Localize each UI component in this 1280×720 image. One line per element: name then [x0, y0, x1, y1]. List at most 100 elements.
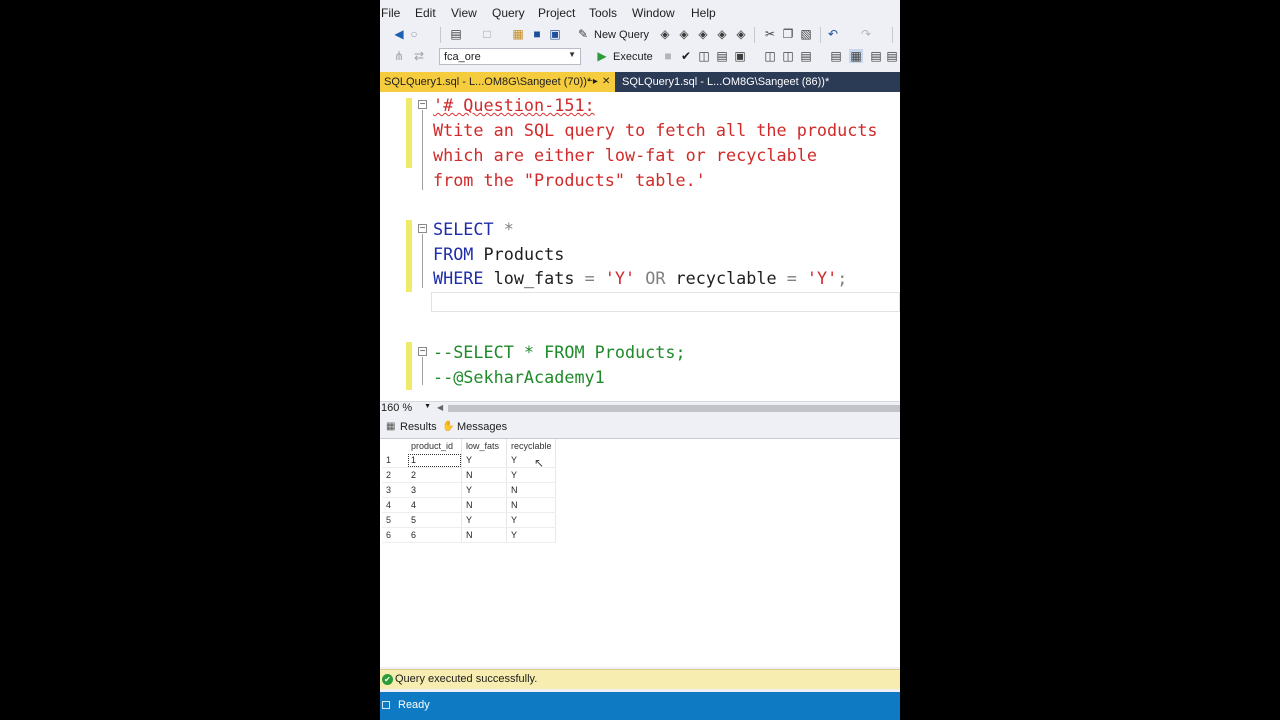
- table-row[interactable]: 2 2 N Y: [382, 467, 556, 483]
- results-to-file-icon[interactable]: ▤: [829, 49, 843, 63]
- horizontal-scrollbar[interactable]: [448, 405, 900, 412]
- collapse-icon[interactable]: −: [418, 347, 427, 357]
- copy-icon[interactable]: ❐: [781, 27, 795, 41]
- query-options-icon[interactable]: ▤: [715, 49, 729, 63]
- grid-cell[interactable]: N: [461, 527, 507, 543]
- analysis-query-icon[interactable]: ◈: [734, 27, 748, 41]
- menu-help[interactable]: Help: [691, 6, 716, 20]
- dmx-query-icon[interactable]: ◈: [677, 27, 691, 41]
- grid-cell[interactable]: 6: [407, 527, 462, 543]
- tab-sqlquery1-70[interactable]: SQLQuery1.sql - L...OM8G\Sangeet (70))* …: [380, 72, 615, 92]
- zoom-value: 160 %: [381, 402, 413, 414]
- tab-label: SQLQuery1.sql - L...OM8G\Sangeet (86))*: [622, 76, 830, 88]
- grid-cell[interactable]: Y: [461, 453, 507, 468]
- live-stats-icon[interactable]: ◫: [763, 49, 777, 63]
- uncomment-icon[interactable]: ▤: [885, 49, 899, 63]
- zoom-select[interactable]: 160 % ▼: [380, 402, 433, 416]
- results-grid-area: product_id low_fats recyclable 1 1 Y Y 2…: [380, 438, 900, 667]
- table-row[interactable]: 5 5 Y Y: [382, 512, 556, 528]
- mdx-query-icon[interactable]: ◈: [658, 27, 672, 41]
- row-number[interactable]: 1: [382, 453, 407, 468]
- code-comment-line: --@SekharAcademy1: [433, 367, 605, 387]
- connect-icon[interactable]: ⋔: [392, 49, 406, 63]
- grid-cell[interactable]: N: [506, 482, 556, 498]
- xmla-query-icon[interactable]: ◈: [696, 27, 710, 41]
- results-to-text-icon[interactable]: ▤: [799, 49, 813, 63]
- table-row[interactable]: 6 6 N Y: [382, 527, 556, 543]
- stop-icon[interactable]: ■: [661, 49, 675, 63]
- collapse-icon[interactable]: −: [418, 224, 427, 234]
- execute-button[interactable]: Execute: [613, 51, 653, 63]
- row-number[interactable]: 4: [382, 497, 407, 513]
- client-stats-icon[interactable]: ◫: [781, 49, 795, 63]
- estimated-plan-icon[interactable]: ◫: [697, 49, 711, 63]
- menu-tools[interactable]: Tools: [589, 6, 617, 20]
- execute-icon[interactable]: ▶: [595, 49, 609, 63]
- cut-icon[interactable]: ✂: [763, 27, 777, 41]
- grid-cell[interactable]: N: [461, 497, 507, 513]
- grid-cell[interactable]: N: [461, 467, 507, 483]
- menu-edit[interactable]: Edit: [415, 6, 436, 20]
- parse-check-icon[interactable]: ✔: [679, 49, 693, 63]
- table-row[interactable]: 4 4 N N: [382, 497, 556, 513]
- change-indicator: [406, 342, 412, 390]
- code-where-line: WHERE low_fats = 'Y' OR recyclable = 'Y'…: [433, 268, 847, 288]
- comment-icon[interactable]: ▤: [869, 49, 883, 63]
- save-icon[interactable]: ■: [530, 27, 544, 41]
- add-item-icon[interactable]: □: [480, 27, 494, 41]
- column-header[interactable]: product_id: [407, 439, 462, 453]
- new-query-icon[interactable]: ✎: [576, 27, 590, 41]
- table-row[interactable]: 3 3 Y N: [382, 482, 556, 498]
- menu-project[interactable]: Project: [538, 6, 575, 20]
- status-text: Ready: [398, 699, 430, 711]
- chevron-down-icon: ▼: [568, 50, 576, 59]
- paste-icon[interactable]: ▧: [799, 27, 813, 41]
- redo-icon[interactable]: ↷: [859, 27, 873, 41]
- grid-cell[interactable]: Y: [506, 512, 556, 528]
- include-plan-icon[interactable]: ▣: [733, 49, 747, 63]
- menu-file[interactable]: File: [381, 6, 400, 20]
- results-to-grid-icon[interactable]: ▦: [849, 49, 863, 63]
- undo-icon[interactable]: ↶: [826, 27, 840, 41]
- grid-cell[interactable]: 4: [407, 497, 462, 513]
- grid-cell[interactable]: Y: [506, 453, 556, 468]
- change-connection-icon[interactable]: ⇄: [412, 49, 426, 63]
- menu-window[interactable]: Window: [632, 6, 675, 20]
- grid-cell[interactable]: N: [506, 497, 556, 513]
- row-number[interactable]: 2: [382, 467, 407, 483]
- dax-query-icon[interactable]: ◈: [715, 27, 729, 41]
- grid-cell[interactable]: 3: [407, 482, 462, 498]
- row-number[interactable]: 5: [382, 512, 407, 528]
- column-header[interactable]: recyclable: [506, 439, 556, 453]
- menu-view[interactable]: View: [451, 6, 477, 20]
- collapse-icon[interactable]: −: [418, 100, 427, 110]
- new-project-icon[interactable]: ▤: [449, 27, 463, 41]
- column-header[interactable]: low_fats: [461, 439, 507, 453]
- open-file-icon[interactable]: ▦: [511, 27, 525, 41]
- save-all-icon[interactable]: ▣: [548, 27, 562, 41]
- row-number[interactable]: 6: [382, 527, 407, 543]
- grid-cell[interactable]: Y: [461, 482, 507, 498]
- pin-icon[interactable]: −▸: [587, 72, 598, 92]
- grid-cell[interactable]: 2: [407, 467, 462, 483]
- table-row[interactable]: 1 1 Y Y: [382, 453, 556, 468]
- scroll-left-icon[interactable]: ◀: [437, 403, 443, 412]
- tab-messages[interactable]: Messages: [457, 421, 507, 433]
- grid-cell[interactable]: Y: [461, 512, 507, 528]
- grid-cell[interactable]: 5: [407, 512, 462, 528]
- new-query-button[interactable]: New Query: [594, 29, 649, 41]
- database-select[interactable]: fca_ore ▼: [439, 48, 581, 65]
- close-icon[interactable]: ✕: [602, 72, 610, 92]
- tab-results[interactable]: Results: [400, 421, 437, 433]
- tab-label: SQLQuery1.sql - L...OM8G\Sangeet (70))*: [384, 76, 592, 88]
- grid-cell[interactable]: Y: [506, 467, 556, 483]
- tab-sqlquery1-86[interactable]: SQLQuery1.sql - L...OM8G\Sangeet (86))*: [618, 72, 858, 92]
- back-icon[interactable]: ◀: [392, 27, 406, 41]
- grid-cell[interactable]: 1: [407, 453, 462, 468]
- sql-editor[interactable]: − − − '# Question-151: Wtite an SQL quer…: [380, 92, 900, 401]
- forward-icon[interactable]: ○: [407, 27, 421, 41]
- row-number[interactable]: 3: [382, 482, 407, 498]
- menu-query[interactable]: Query: [492, 6, 525, 20]
- grid-cell[interactable]: Y: [506, 527, 556, 543]
- fold-guide: [422, 234, 423, 288]
